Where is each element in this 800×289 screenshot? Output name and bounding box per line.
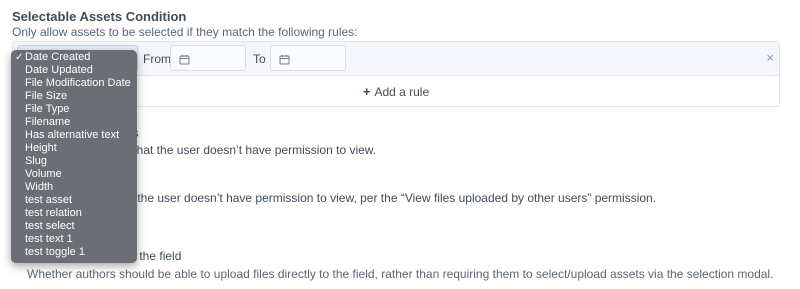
from-label: From — [143, 52, 171, 66]
dropdown-option[interactable]: File Size — [11, 90, 137, 103]
dropdown-option[interactable]: ✓ Date Created — [11, 51, 137, 64]
dropdown-option[interactable]: Volume — [11, 168, 137, 181]
checkmark-icon: ✓ — [15, 52, 24, 63]
dropdown-option[interactable]: File Modification Date — [11, 77, 137, 90]
bg-text-fragment: at the user doesn’t have permission to v… — [124, 191, 657, 205]
dropdown-option[interactable]: File Type — [11, 103, 137, 116]
add-rule-label: Add a rule — [374, 85, 430, 99]
calendar-icon — [279, 52, 290, 70]
dropdown-option[interactable]: test asset — [11, 194, 137, 207]
plus-icon: + — [362, 84, 371, 99]
from-date-input[interactable] — [170, 45, 246, 71]
bg-text-fragment: s that the user doesn’t have permission … — [124, 143, 377, 157]
dropdown-option[interactable]: Width — [11, 181, 137, 194]
dropdown-option[interactable]: test text 1 — [11, 233, 137, 246]
remove-rule-icon[interactable]: × — [766, 51, 774, 65]
rule-type-dropdown: ✓ Date Created Date Updated File Modifica… — [11, 50, 137, 263]
dropdown-option[interactable]: Has alternative text — [11, 129, 137, 142]
dropdown-option[interactable]: test toggle 1 — [11, 246, 137, 259]
dropdown-option[interactable]: Date Updated — [11, 64, 137, 77]
dropdown-option[interactable]: test select — [11, 220, 137, 233]
to-date-input[interactable] — [270, 45, 346, 71]
upload-setting-description: Whether authors should be able to upload… — [27, 267, 774, 281]
to-label: To — [253, 52, 266, 66]
dropdown-option[interactable]: Height — [11, 142, 137, 155]
section-description: Only allow assets to be selected if they… — [12, 25, 358, 39]
section-title: Selectable Assets Condition — [12, 9, 187, 24]
dropdown-option[interactable]: Filename — [11, 116, 137, 129]
dropdown-option[interactable]: Slug — [11, 155, 137, 168]
calendar-icon — [179, 52, 190, 70]
dropdown-option[interactable]: test relation — [11, 207, 137, 220]
